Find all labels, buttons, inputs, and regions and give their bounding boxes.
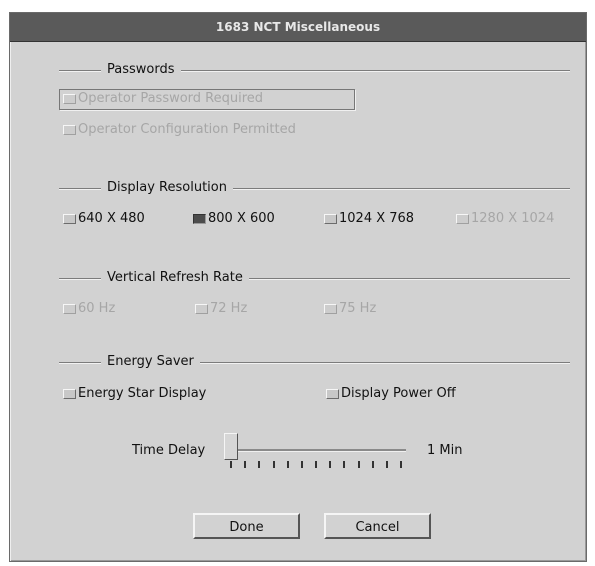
refresh-rate-group-title: Vertical Refresh Rate <box>101 270 249 286</box>
dialog-window: 1683 NCT Miscellaneous Passwords Operato… <box>9 12 587 562</box>
display-power-off-label: Display Power Off <box>341 386 456 401</box>
option-indicator-icon <box>193 213 206 224</box>
slider-tick <box>371 461 374 468</box>
time-delay-value: 1 Min <box>427 443 463 458</box>
resolution-800x600-option[interactable]: 800 X 600 <box>193 210 275 228</box>
display-resolution-group-title: Display Resolution <box>101 180 233 196</box>
option-indicator-icon <box>324 213 337 224</box>
option-indicator-icon <box>195 303 208 314</box>
slider-tick <box>329 461 332 468</box>
done-button[interactable]: Done <box>193 513 300 539</box>
cancel-button[interactable]: Cancel <box>324 513 431 539</box>
slider-tick <box>343 461 346 468</box>
operator-configuration-permitted-label: Operator Configuration Permitted <box>78 122 296 137</box>
slider-track <box>224 449 406 452</box>
resolution-640x480-option[interactable]: 640 X 480 <box>63 210 145 228</box>
refresh-72hz-option[interactable]: 72 Hz <box>195 300 247 318</box>
slider-tick <box>300 461 303 468</box>
option-indicator-icon <box>456 213 469 224</box>
checkbox-indicator-icon <box>63 93 76 104</box>
slider-tick <box>258 461 261 468</box>
slider-tick <box>230 461 232 468</box>
energy-saver-group-header: Energy Saver <box>59 354 570 370</box>
display-resolution-group-header: Display Resolution <box>59 180 570 196</box>
window-title: 1683 NCT Miscellaneous <box>10 13 586 42</box>
resolution-1024x768-option[interactable]: 1024 X 768 <box>324 210 414 228</box>
refresh-60hz-label: 60 Hz <box>78 301 116 316</box>
resolution-1280x1024-label: 1280 X 1024 <box>471 211 555 226</box>
slider-tick <box>315 461 317 468</box>
operator-password-required-label: Operator Password Required <box>78 91 264 106</box>
refresh-rate-group-header: Vertical Refresh Rate <box>59 270 570 286</box>
display-power-off-checkbox[interactable]: Display Power Off <box>326 385 456 403</box>
refresh-60hz-option[interactable]: 60 Hz <box>63 300 115 318</box>
energy-saver-group-title: Energy Saver <box>101 354 200 370</box>
energy-star-display-checkbox[interactable]: Energy Star Display <box>63 385 206 403</box>
refresh-75hz-label: 75 Hz <box>339 301 377 316</box>
slider-tick <box>400 461 402 468</box>
refresh-75hz-option[interactable]: 75 Hz <box>324 300 376 318</box>
operator-configuration-permitted-checkbox[interactable]: Operator Configuration Permitted <box>63 121 296 139</box>
slider-tick <box>357 461 360 468</box>
slider-tick <box>244 461 247 468</box>
refresh-72hz-label: 72 Hz <box>210 301 248 316</box>
energy-star-display-label: Energy Star Display <box>78 386 207 401</box>
resolution-800x600-label: 800 X 600 <box>208 211 275 226</box>
time-delay-slider[interactable] <box>220 431 410 477</box>
passwords-group-header: Passwords <box>59 62 570 78</box>
slider-tick <box>286 461 289 468</box>
option-indicator-icon <box>324 303 337 314</box>
slider-tick <box>272 461 275 468</box>
slider-ticks <box>220 461 410 469</box>
option-indicator-icon <box>63 213 76 224</box>
option-indicator-icon <box>63 303 76 314</box>
checkbox-indicator-icon <box>63 388 76 399</box>
time-delay-label: Time Delay <box>132 443 206 458</box>
passwords-group-title: Passwords <box>101 62 181 78</box>
resolution-640x480-label: 640 X 480 <box>78 211 145 226</box>
resolution-1280x1024-option[interactable]: 1280 X 1024 <box>456 210 554 228</box>
slider-tick <box>385 461 388 468</box>
checkbox-indicator-icon <box>63 124 76 135</box>
slider-thumb[interactable] <box>224 433 238 460</box>
checkbox-indicator-icon <box>326 388 339 399</box>
resolution-1024x768-label: 1024 X 768 <box>339 211 415 226</box>
operator-password-required-checkbox[interactable]: Operator Password Required <box>63 90 263 108</box>
